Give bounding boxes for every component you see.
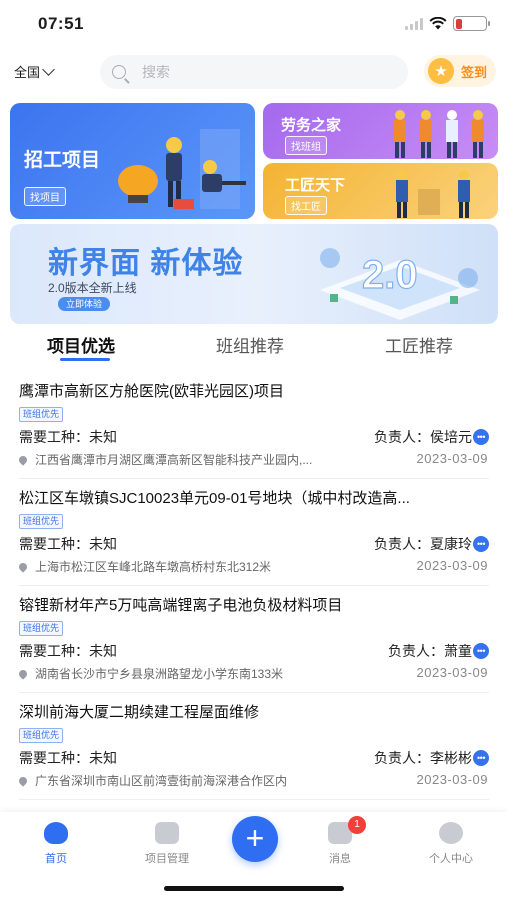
tabbar-messages-label: 消息 [329,853,351,865]
project-owner: 负责人：夏康玲 ••• [374,534,489,554]
recommend-tabs: 项目优选 班组推荐 工匠推荐 [0,328,507,368]
recruit-title: 招工项目 [24,150,101,171]
battery-icon [453,16,490,31]
craftsmen-illustration [396,170,470,218]
workers-team-illustration [394,110,484,158]
divider [19,799,489,800]
search-input[interactable]: 搜索 [100,55,408,89]
location-pin-icon [19,560,29,573]
recruit-projects-card[interactable]: 招工项目 找项目 [10,103,255,219]
status-bar: 07:51 [0,0,507,50]
project-owner: 负责人：侯培元 ••• [374,427,489,447]
tabbar-profile[interactable]: 个人中心 [411,822,491,866]
chat-bubble-icon[interactable]: ••• [473,429,489,445]
address-text: 广东省深圳市南山区前湾壹街前海深港合作区内 [35,774,288,788]
tab-craftsman-recommend[interactable]: 工匠推荐 [385,332,453,357]
region-selector[interactable]: 全国 [14,62,55,81]
address-text: 湖南省长沙市宁乡县泉洲路望龙小学东南133米 [35,667,284,681]
address-text: 江西省鹰潭市月湖区鹰潭高新区智能科技产业园内,... [35,453,313,467]
project-address: 江西省鹰潭市月湖区鹰潭高新区智能科技产业园内,... [19,451,379,468]
tabbar-home[interactable]: 首页 [16,822,96,866]
tabbar-messages[interactable]: 1 消息 [300,816,380,866]
top-header: 全国 搜索 ★ 签到 [0,50,507,96]
labor-home-card[interactable]: 劳务之家 找班组 [263,103,498,159]
find-craftsman-tag: 找工匠 [285,196,327,215]
craft-title: 工匠天下 [285,177,346,194]
chart-icon [155,822,179,844]
craftsman-card[interactable]: 工匠天下 找工匠 [263,163,498,219]
tab-project-picks[interactable]: 项目优选 [47,332,115,357]
project-address: 湖南省长沙市宁乡县泉洲路望龙小学东南133米 [19,665,379,682]
team-priority-badge: 班组优先 [19,621,64,636]
construction-workers-illustration [118,129,246,209]
promo-title: 新界面 新体验 [48,247,244,280]
tabbar-project-manage-label: 项目管理 [145,853,189,865]
star-icon: ★ [428,58,454,84]
project-address: 广东省深圳市南山区前湾壹街前海深港合作区内 [19,772,379,789]
tab-team-recommend[interactable]: 班组推荐 [216,332,284,357]
search-icon [112,65,126,79]
location-pin-icon [19,774,29,787]
location-pin-icon [19,453,29,466]
message-icon: 1 [328,816,366,844]
status-time: 07:51 [38,14,84,33]
signin-button[interactable]: ★ 签到 [424,55,496,87]
project-title: 鹰潭市高新区方舱医院(欧菲光园区)项目 [19,383,284,400]
chevron-down-icon [42,62,55,76]
promo-subtitle: 2.0版本全新上线 [48,281,137,295]
region-label: 全国 [14,65,41,80]
owner-name: 负责人：萧童 [388,643,472,659]
chat-bubble-icon[interactable]: ••• [473,643,489,659]
project-owner: 负责人：李彬彬 ••• [374,748,489,768]
project-date: 2023-03-09 [416,558,488,573]
version-2-illustration: 2.0 [320,248,480,320]
find-project-tag: 找项目 [24,187,66,206]
project-address: 上海市松江区车峰北路车墩高桥村东北312米 [19,558,379,575]
location-pin-icon [19,667,29,680]
chat-bubble-icon[interactable]: ••• [473,750,489,766]
unread-count-badge: 1 [348,816,366,834]
team-priority-badge: 班组优先 [19,514,64,529]
signin-label: 签到 [461,64,488,80]
home-indicator [164,886,344,891]
profile-icon [439,822,463,844]
tabbar-project-manage[interactable]: 项目管理 [127,822,207,866]
cellular-signal-icon [405,17,423,30]
search-placeholder: 搜索 [142,64,170,80]
wifi-icon [429,17,447,30]
required-trade: 需要工种：未知 [19,750,117,766]
project-list-item[interactable]: 鹰潭市高新区方舱医院(欧菲光园区)项目 班组优先 需要工种：未知 负责人：侯培元… [0,372,507,479]
chat-bubble-icon[interactable]: ••• [473,536,489,552]
required-trade: 需要工种：未知 [19,536,117,552]
address-text: 上海市松江区车峰北路车墩高桥村东北312米 [35,560,272,574]
active-tab-indicator [60,358,110,361]
promo-banner[interactable]: 新界面 新体验 2.0版本全新上线 立即体验 2.0 [10,224,498,324]
project-date: 2023-03-09 [416,772,488,787]
project-date: 2023-03-09 [416,451,488,466]
required-trade: 需要工种：未知 [19,429,117,445]
tabbar-home-label: 首页 [45,853,67,865]
home-icon [44,822,68,844]
status-icons [405,16,490,31]
owner-name: 负责人：夏康玲 [374,536,472,552]
required-trade: 需要工种：未知 [19,643,117,659]
project-owner: 负责人：萧童 ••• [388,641,489,661]
find-team-tag: 找班组 [285,136,327,155]
team-priority-badge: 班组优先 [19,407,64,422]
project-list-item[interactable]: 镕锂新材年产5万吨高端锂离子电池负极材料项目 班组优先 需要工种：未知 负责人：… [0,586,507,693]
add-plus-button[interactable]: + [232,816,278,862]
project-date: 2023-03-09 [416,665,488,680]
owner-name: 负责人：李彬彬 [374,750,472,766]
project-list-item[interactable]: 松江区车墩镇SJC10023单元09-01号地块（城中村改造高... 班组优先 … [0,479,507,586]
try-now-button[interactable]: 立即体验 [58,297,111,311]
team-priority-badge: 班组优先 [19,728,64,743]
tabbar-profile-label: 个人中心 [429,853,473,865]
owner-name: 负责人：侯培元 [374,429,472,445]
project-list-item[interactable]: 深圳前海大厦二期续建工程屋面维修 班组优先 需要工种：未知 负责人：李彬彬 •••… [0,693,507,800]
labor-title: 劳务之家 [281,117,342,134]
project-title: 深圳前海大厦二期续建工程屋面维修 [19,704,260,721]
project-title: 镕锂新材年产5万吨高端锂离子电池负极材料项目 [19,597,343,614]
svg-text:2.0: 2.0 [362,253,418,297]
project-title: 松江区车墩镇SJC10023单元09-01号地块（城中村改造高... [19,490,410,507]
